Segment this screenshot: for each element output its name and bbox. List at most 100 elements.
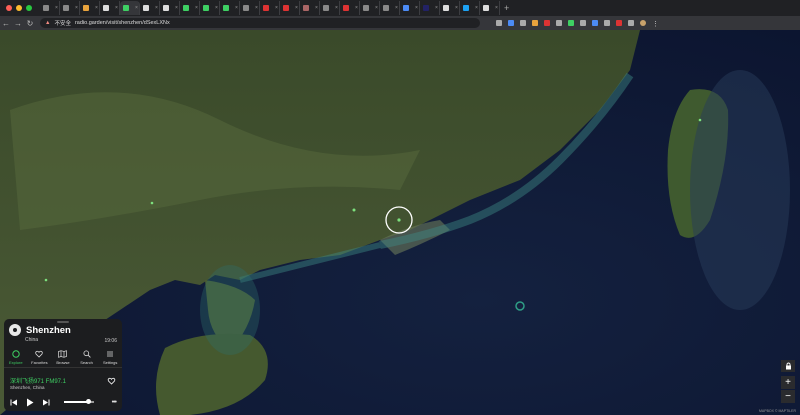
browser-tab[interactable]: × [40, 1, 60, 15]
tab-bar: ×个人×Hum×编辑×Radi×Pyth×报告×宣传×编辑×动态×Gem×报价×… [0, 0, 800, 16]
browser-tab[interactable]: 首页× [380, 1, 400, 15]
browser-tab[interactable]: 宣传× [180, 1, 200, 15]
minimize-window-button[interactable] [16, 5, 22, 11]
tab-close-icon[interactable]: × [115, 5, 118, 11]
extension-icon[interactable] [628, 20, 634, 26]
back-icon[interactable]: ← [0, 19, 12, 28]
tab-close-icon[interactable]: × [255, 5, 258, 11]
tab-close-icon[interactable]: × [415, 5, 418, 11]
browser-tab[interactable]: wiF× [480, 1, 500, 15]
browser-tab[interactable]: 报告× [160, 1, 180, 15]
tab-favicon-icon [123, 5, 129, 11]
extension-icon[interactable] [532, 20, 538, 26]
extension-icon[interactable] [496, 20, 502, 26]
browser-tab[interactable]: 动态× [220, 1, 240, 15]
tab-close-icon[interactable]: × [55, 5, 58, 11]
next-icon[interactable] [42, 399, 50, 406]
window-controls[interactable] [0, 5, 40, 11]
browser-tab[interactable]: × [360, 1, 380, 15]
tab-close-icon[interactable]: × [495, 5, 498, 11]
lock-button[interactable] [781, 360, 795, 372]
browser-tab[interactable]: Goo× [320, 1, 340, 15]
forward-icon[interactable]: → [12, 19, 24, 28]
tab-close-icon[interactable]: × [195, 5, 198, 11]
browser-tab[interactable]: 2022× [280, 1, 300, 15]
browser-tab[interactable]: Hum× [80, 1, 100, 15]
tab-close-icon[interactable]: × [215, 5, 218, 11]
station-name[interactable]: 深圳飞扬971 FM97.1 [10, 376, 66, 385]
tab-close-icon[interactable]: × [175, 5, 178, 11]
browser-tab[interactable]: 限速× [300, 1, 320, 15]
extension-icon[interactable] [568, 20, 574, 26]
extension-icon[interactable] [604, 20, 610, 26]
browser-tab[interactable]: Pyth× [140, 1, 160, 15]
browser-tab[interactable]: 图标× [340, 1, 360, 15]
browser-tab[interactable]: Radi× [120, 1, 140, 15]
tab-close-icon[interactable]: × [355, 5, 358, 11]
tab-close-icon[interactable]: × [335, 5, 338, 11]
profile-avatar[interactable] [640, 20, 646, 26]
tab-close-icon[interactable]: × [455, 5, 458, 11]
previous-icon[interactable] [10, 399, 18, 406]
url-input[interactable]: ▲ 不安全 radio.garden/visit/shenzhen/dSexLX… [40, 18, 480, 28]
browser-tab[interactable]: TDE× [440, 1, 460, 15]
reload-icon[interactable]: ↻ [24, 19, 36, 28]
play-icon[interactable] [26, 398, 34, 407]
maximize-window-button[interactable] [26, 5, 32, 11]
tab-favicon-icon [163, 5, 169, 11]
security-label: 不安全 [54, 21, 71, 27]
extension-icon[interactable] [508, 20, 514, 26]
extension-icon[interactable] [556, 20, 562, 26]
volume-slider[interactable] [64, 399, 94, 405]
tab-favicon-icon [223, 5, 229, 11]
tab-close-icon[interactable]: × [295, 5, 298, 11]
nav-label: Favorites [31, 359, 48, 365]
volume-handle[interactable] [86, 399, 91, 405]
nav-browse[interactable]: Browse [51, 347, 75, 367]
tab-favicon-icon [323, 5, 329, 11]
tab-favicon-icon [63, 5, 69, 11]
map-icon [58, 349, 68, 358]
browser-tab[interactable]: Gem× [240, 1, 260, 15]
browser-tab[interactable]: 编辑× [100, 1, 120, 15]
tab-close-icon[interactable]: × [135, 5, 138, 11]
extension-icon[interactable] [520, 20, 526, 26]
extension-icon[interactable] [544, 20, 550, 26]
tab-close-icon[interactable]: × [235, 5, 238, 11]
browser-tab[interactable]: 报价× [260, 1, 280, 15]
search-icon [83, 349, 91, 358]
nav-favorites[interactable]: Favorites [28, 347, 52, 367]
browser-tab[interactable]: Step× [460, 1, 480, 15]
browser-tab[interactable]: 编辑× [400, 1, 420, 15]
extension-icon[interactable] [616, 20, 622, 26]
station-location: Shenzhen, China [10, 385, 45, 390]
close-window-button[interactable] [6, 5, 12, 11]
more-options-icon[interactable]: ••• [112, 399, 117, 406]
tab-close-icon[interactable]: × [75, 5, 78, 11]
browser-tab[interactable]: Bet× [420, 1, 440, 15]
tab-close-icon[interactable]: × [155, 5, 158, 11]
extension-icon[interactable] [592, 20, 598, 26]
nav-search[interactable]: Search [75, 347, 99, 367]
nav-explore[interactable]: Explore [4, 347, 28, 367]
local-time: 19:06 [104, 338, 117, 344]
tab-close-icon[interactable]: × [95, 5, 98, 11]
zoom-out-button[interactable]: − [781, 390, 795, 403]
tab-close-icon[interactable]: × [395, 5, 398, 11]
tab-close-icon[interactable]: × [275, 5, 278, 11]
radio-garden-logo-icon[interactable] [9, 324, 21, 336]
tab-favicon-icon [403, 5, 409, 11]
extension-icon[interactable] [580, 20, 586, 26]
tab-close-icon[interactable]: × [375, 5, 378, 11]
browser-tab[interactable]: 个人× [60, 1, 80, 15]
nav-settings[interactable]: Settings [98, 347, 122, 367]
new-tab-button[interactable]: + [504, 3, 509, 13]
chrome-menu-icon[interactable]: ⋮ [652, 20, 659, 28]
zoom-in-button[interactable]: + [781, 376, 795, 389]
tab-close-icon[interactable]: × [435, 5, 438, 11]
tab-close-icon[interactable]: × [315, 5, 318, 11]
browser-tab[interactable]: 编辑× [200, 1, 220, 15]
panel-handle[interactable] [57, 321, 69, 323]
favorite-heart-icon[interactable] [107, 377, 116, 385]
tab-close-icon[interactable]: × [475, 5, 478, 11]
